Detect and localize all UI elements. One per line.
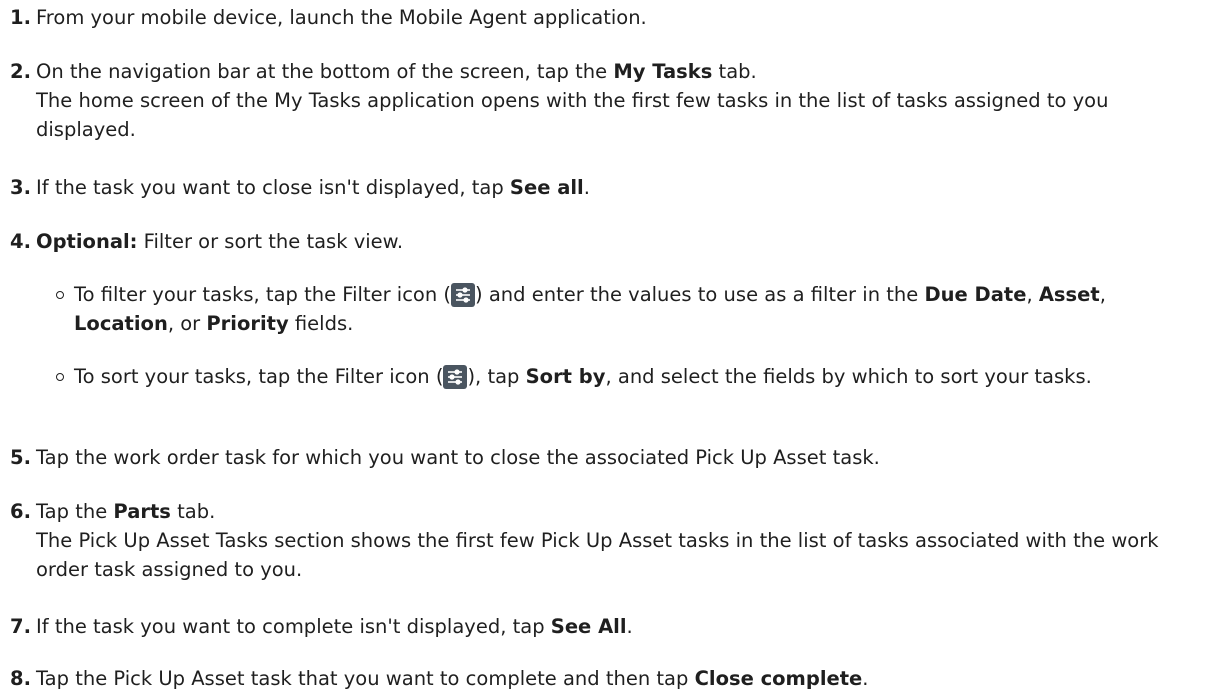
step-text: . [583, 176, 590, 199]
step-text: From your mobile device, launch the Mobi… [36, 6, 647, 29]
step-7: 7. If the task you want to complete isn't… [10, 612, 1198, 641]
bullet-text: ) and enter the values to use as a filte… [475, 283, 925, 306]
bullet-icon [56, 291, 64, 299]
bullet-text: , and select the fields by which to sort… [605, 365, 1092, 388]
step-number: 3. [10, 176, 31, 199]
due-date-label: Due Date [924, 283, 1027, 306]
step-4: 4. Optional: Filter or sort the task view… [10, 227, 1198, 256]
parts-tab-label: Parts [113, 500, 171, 523]
step-3: 3. If the task you want to close isn't di… [10, 173, 1198, 202]
step-text: Tap the work order task for which you wa… [36, 446, 880, 469]
step-5: 5. Tap the work order task for which you … [10, 443, 1198, 472]
step-text: Tap the Pick Up Asset task that you want… [36, 667, 695, 690]
see-all-label: See All [550, 615, 627, 638]
step-number: 7. [10, 615, 31, 638]
separator: , or [167, 312, 207, 335]
step-number: 6. [10, 500, 31, 523]
step-text: . [626, 615, 633, 638]
step-text: If the task you want to close isn't disp… [36, 176, 510, 199]
step-text: If the task you want to complete isn't d… [36, 615, 551, 638]
filter-icon [451, 283, 476, 307]
bullet-text: ), tap [467, 365, 526, 388]
step-1: 1. From your mobile device, launch the Mo… [10, 3, 1198, 32]
optional-label: Optional: [36, 230, 138, 253]
step-8: 8. Tap the Pick Up Asset task that you wa… [10, 664, 1198, 693]
separator: , [1026, 283, 1039, 306]
bullet-text: To sort your tasks, tap the Filter icon … [74, 365, 444, 388]
step-2: 2. On the navigation bar at the bottom of… [10, 57, 1198, 144]
close-complete-label: Close complete [694, 667, 863, 690]
step-text: On the navigation bar at the bottom of t… [36, 60, 614, 83]
filter-icon [443, 365, 468, 389]
step-number: 8. [10, 667, 31, 690]
bullet-text: fields. [288, 312, 354, 335]
step-text: tab. [712, 60, 757, 83]
see-all-label: See all [509, 176, 584, 199]
step-number: 2. [10, 60, 31, 83]
my-tasks-tab-label: My Tasks [613, 60, 713, 83]
step-text: tab. [170, 500, 216, 523]
separator: , [1099, 283, 1106, 306]
step-text: . [862, 667, 869, 690]
location-label: Location [74, 312, 168, 335]
step-note: The Pick Up Asset Tasks section shows th… [36, 529, 1159, 581]
bullet-text: To filter your tasks, tap the Filter ico… [74, 283, 452, 306]
step-text: Tap the [36, 500, 114, 523]
step-text: Filter or sort the task view. [137, 230, 404, 253]
priority-label: Priority [206, 312, 289, 335]
bullet-sort: To sort your tasks, tap the Filter icon … [52, 362, 1198, 391]
sort-by-label: Sort by [525, 365, 606, 388]
step-note: The home screen of the My Tasks applicat… [36, 89, 1109, 141]
step-number: 5. [10, 446, 31, 469]
procedure-document: 1. From your mobile device, launch the Mo… [0, 0, 1208, 695]
bullet-icon [56, 373, 64, 381]
bullet-filter: To filter your tasks, tap the Filter ico… [52, 280, 1198, 338]
asset-label: Asset [1038, 283, 1100, 306]
step-6: 6. Tap the Parts tab. The Pick Up Asset T… [10, 497, 1198, 584]
step-number: 1. [10, 6, 31, 29]
step-number: 4. [10, 230, 31, 253]
